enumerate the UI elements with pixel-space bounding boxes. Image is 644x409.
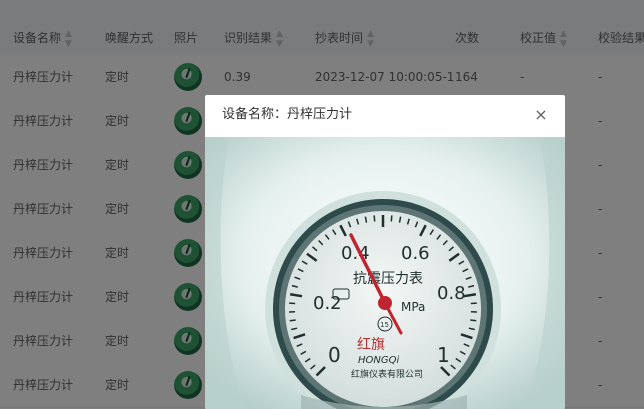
meter-photo: 0 0.2 0.4 0.6 0.8 1 抗震压力表 MPa 红旗 HONGQi … bbox=[205, 137, 565, 409]
gauge-tick bbox=[373, 215, 376, 222]
scale-label-0.2: 0.2 bbox=[313, 293, 342, 314]
photo-preview-dialog: 设备名称：丹梓压力计 × 0 0.2 0.4 0.6 0.8 1 抗震压力表 M… bbox=[205, 95, 565, 409]
close-icon[interactable]: × bbox=[529, 103, 553, 127]
dial-title: 抗震压力表 bbox=[353, 271, 423, 287]
scale-label-0: 0 bbox=[328, 343, 341, 367]
unit-label: MPa bbox=[401, 300, 425, 314]
brand-name: HONGQi bbox=[358, 355, 399, 366]
needle-hub bbox=[378, 296, 392, 310]
gauge-tick bbox=[289, 319, 296, 322]
dialog-title: 设备名称：丹梓压力计 bbox=[222, 107, 353, 122]
maker-label: 红旗仪表有限公司 bbox=[351, 368, 423, 380]
scale-label-1: 1 bbox=[437, 343, 450, 367]
scale-label-0.8: 0.8 bbox=[437, 283, 466, 304]
gauge-tick bbox=[470, 319, 477, 322]
brand-script: 红旗 bbox=[357, 337, 385, 353]
scale-label-0.6: 0.6 bbox=[401, 243, 430, 264]
badge-number: 15 bbox=[380, 321, 389, 329]
pressure-gauge-image: 0 0.2 0.4 0.6 0.8 1 抗震压力表 MPa 红旗 HONGQi … bbox=[205, 137, 565, 409]
gauge-tick bbox=[390, 215, 393, 222]
